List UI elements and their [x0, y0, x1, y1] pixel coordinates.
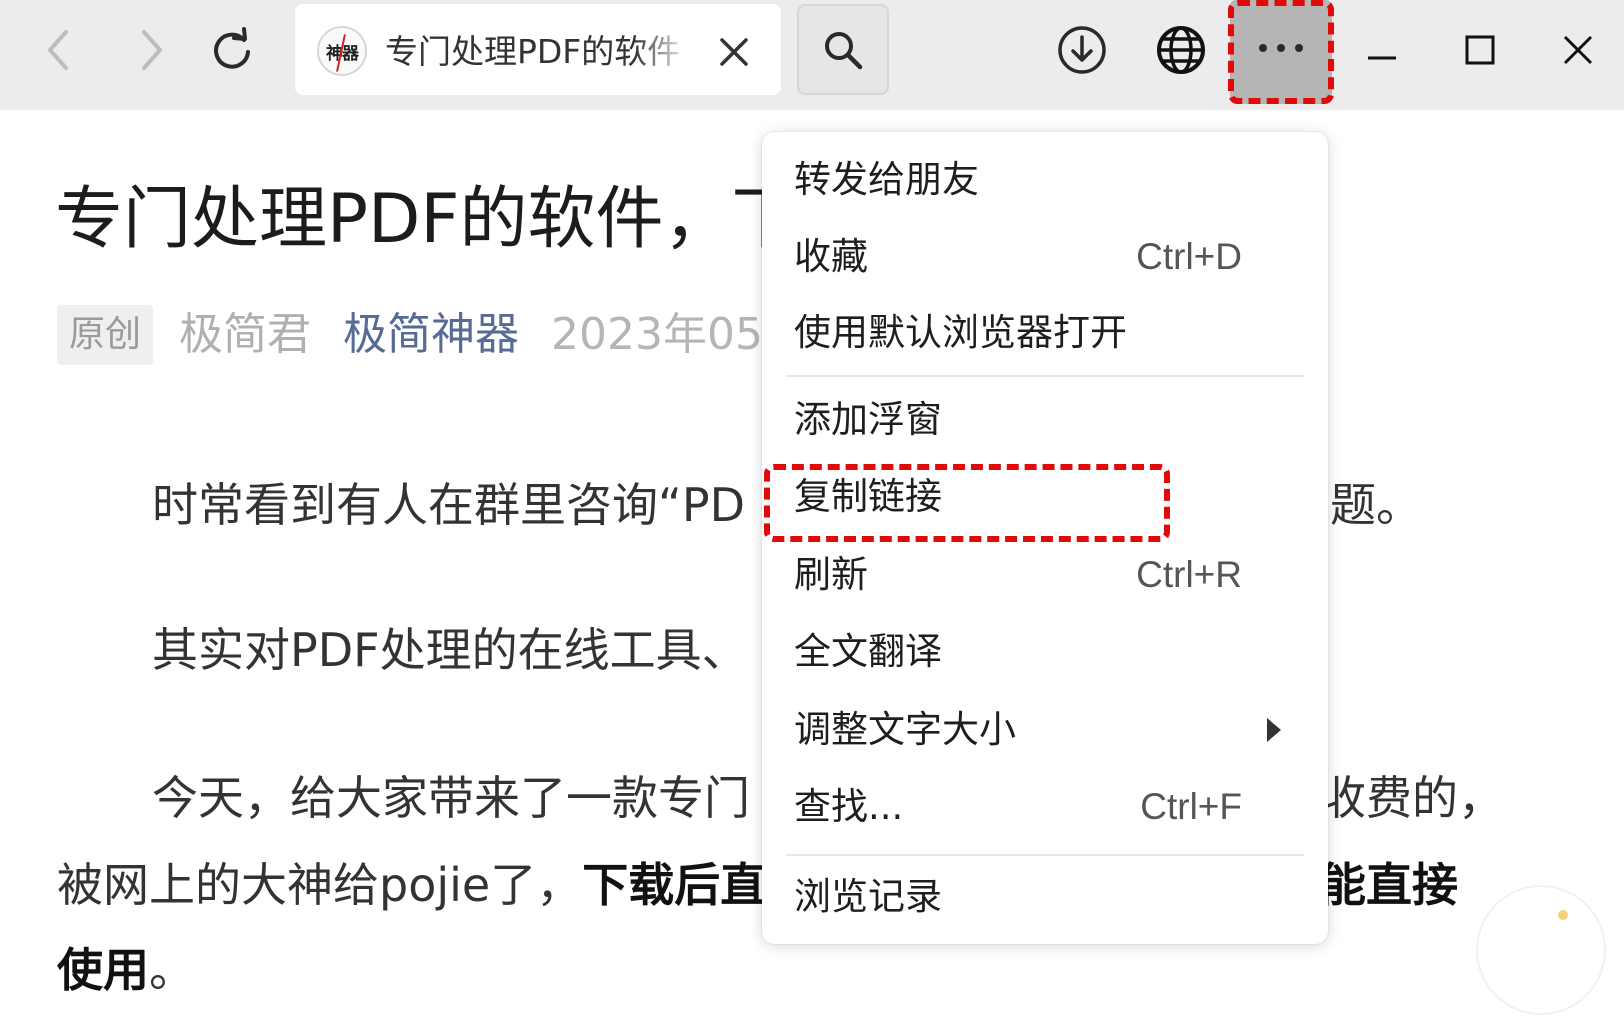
original-badge: 原创 [57, 305, 154, 365]
menu-item-browsing-history[interactable]: 浏览记录 [762, 862, 1328, 932]
menu-separator [786, 854, 1304, 856]
watermark-logo [1476, 885, 1606, 1015]
menu-item-label: 复制链接 [794, 475, 942, 518]
paragraph-4-text: 被网上的大神给pojie了， [57, 858, 583, 912]
menu-separator [786, 375, 1304, 377]
close-window-button[interactable] [1546, 18, 1610, 82]
download-button[interactable] [1050, 18, 1114, 82]
menu-item-label: 浏览记录 [794, 875, 942, 918]
menu-item-label: 全文翻译 [794, 630, 942, 673]
menu-item-favorite[interactable]: 收藏 Ctrl+D [762, 222, 1328, 292]
menu-item-adjust-text-size[interactable]: 调整文字大小 [762, 695, 1328, 765]
paragraph-5: 使用。 [57, 940, 195, 1000]
minimize-window-button[interactable] [1350, 18, 1414, 82]
paragraph-4: 被网上的大神给pojie了，下载后直 [57, 855, 766, 915]
paragraph-4-end-bold: 能直接 [1320, 858, 1458, 912]
paragraph-5-tail: 。 [149, 943, 195, 997]
more-horizontal-icon [1259, 44, 1303, 52]
menu-item-shortcut: Ctrl+D [1136, 236, 1242, 277]
translate-globe-button[interactable] [1149, 18, 1213, 82]
menu-item-refresh[interactable]: 刷新 Ctrl+R [762, 540, 1328, 610]
context-menu: 转发给朋友 收藏 Ctrl+D 使用默认浏览器打开 添加浮窗 复制链接 刷新 C… [762, 132, 1328, 944]
paragraph-3-end: 收费的， [1320, 771, 1504, 825]
paragraph-4-end: 能直接 [1320, 855, 1458, 915]
close-icon [720, 38, 748, 66]
paragraph-1-end: 题。 [1330, 478, 1422, 532]
article-meta: 原创 极简君 极简神器 2023年05 [57, 305, 763, 365]
menu-item-label: 调整文字大小 [794, 708, 1016, 751]
menu-item-share-to-friend[interactable]: 转发给朋友 [762, 145, 1328, 215]
menu-item-copy-link[interactable]: 复制链接 [762, 462, 1328, 532]
paragraph-5-bold: 使用 [57, 943, 149, 997]
download-icon [1058, 26, 1106, 74]
menu-item-open-default-browser[interactable]: 使用默认浏览器打开 [762, 298, 1328, 368]
menu-item-label: 转发给朋友 [794, 158, 979, 201]
maximize-window-button[interactable] [1448, 18, 1512, 82]
paragraph-1: 时常看到有人在群里咨询“PD [152, 478, 745, 532]
publish-date: 2023年05 [551, 309, 763, 360]
tab-close-button[interactable] [716, 34, 752, 70]
menu-item-shortcut: Ctrl+F [1140, 786, 1242, 827]
chevron-left-icon [48, 30, 68, 70]
paragraph-2: 其实对PDF处理的在线工具、 [152, 623, 748, 677]
reload-icon [214, 27, 250, 69]
more-menu-button[interactable] [1230, 0, 1332, 104]
menu-item-shortcut: Ctrl+R [1136, 554, 1242, 595]
close-icon [1563, 35, 1593, 65]
account-link[interactable]: 极简神器 [343, 309, 519, 360]
back-button[interactable] [30, 22, 86, 78]
menu-item-translate-full-text[interactable]: 全文翻译 [762, 617, 1328, 687]
menu-item-label: 使用默认浏览器打开 [794, 311, 1127, 354]
forward-button[interactable] [124, 22, 180, 78]
globe-icon [1157, 26, 1205, 74]
paragraph-3: 今天，给大家带来了一款专门 [152, 771, 750, 825]
chevron-right-solid-icon [1267, 718, 1281, 742]
browser-toolbar: 神器 专门处理PDF的软件 [0, 0, 1624, 110]
author-name: 极简君 [179, 309, 312, 360]
menu-item-label: 收藏 [794, 235, 868, 278]
browser-tab[interactable]: 神器 专门处理PDF的软件 [295, 4, 781, 95]
menu-item-add-floating-window[interactable]: 添加浮窗 [762, 385, 1328, 455]
watermark-dot [1558, 910, 1568, 920]
tab-favicon: 神器 [317, 26, 367, 76]
menu-item-label: 添加浮窗 [794, 398, 942, 441]
chevron-right-icon [142, 30, 162, 70]
paragraph-4-bold: 下载后直 [582, 858, 767, 912]
reload-button[interactable] [204, 22, 260, 78]
minimize-icon [1368, 56, 1396, 60]
search-icon [825, 31, 863, 69]
menu-item-label: 查找... [794, 785, 904, 828]
menu-item-find[interactable]: 查找... Ctrl+F [762, 772, 1328, 842]
tab-title: 专门处理PDF的软件 [385, 32, 681, 71]
search-button[interactable] [797, 4, 889, 95]
maximize-icon [1465, 35, 1495, 65]
menu-item-label: 刷新 [794, 553, 868, 596]
